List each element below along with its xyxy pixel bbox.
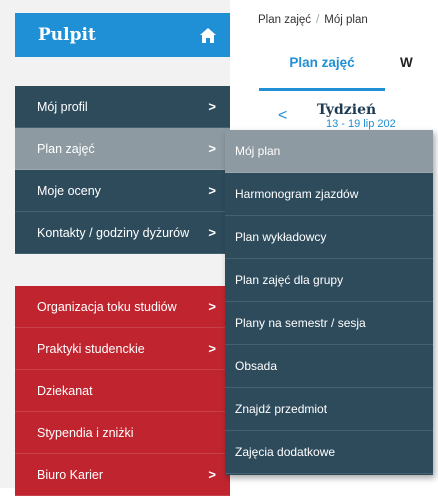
tab-second[interactable]: W xyxy=(400,38,413,88)
nav-item-label: Kontakty / godziny dyżurów xyxy=(37,226,190,240)
nav-item-moje-oceny[interactable]: Moje oceny > xyxy=(15,170,230,212)
week-title: Tydzień xyxy=(317,102,377,118)
nav-item-plan-zajec[interactable]: Plan zajęć > xyxy=(15,128,230,170)
submenu-item-zajecia-dodatkowe[interactable]: Zajęcia dodatkowe xyxy=(225,431,433,474)
nav-item-moj-profil[interactable]: Mój profil > xyxy=(15,86,230,128)
chevron-right-icon: > xyxy=(208,99,216,114)
nav-item-organizacja[interactable]: Organizacja toku studiów > xyxy=(15,286,230,328)
plan-zajec-submenu: Mój plan Harmonogram zjazdów Plan wykład… xyxy=(225,130,433,475)
secondary-nav: Organizacja toku studiów > Praktyki stud… xyxy=(15,286,230,496)
nav-item-label: Stypendia i zniżki xyxy=(37,426,134,440)
nav-item-label: Moje oceny xyxy=(37,184,101,198)
nav-item-stypendia[interactable]: Stypendia i zniżki xyxy=(15,412,230,454)
home-icon[interactable] xyxy=(200,27,216,43)
breadcrumb: Plan zajęć / Mój plan xyxy=(258,14,368,26)
nav-item-dziekanat[interactable]: Dziekanat xyxy=(15,370,230,412)
week-dates: 13 - 19 lip 202 xyxy=(326,118,396,130)
submenu-item-harmonogram[interactable]: Harmonogram zjazdów xyxy=(225,173,433,216)
chevron-right-icon: > xyxy=(208,467,216,482)
nav-item-biuro-karier[interactable]: Biuro Karier > xyxy=(15,454,230,496)
nav-item-label: Organizacja toku studiów xyxy=(37,300,177,314)
submenu-item-obsada[interactable]: Obsada xyxy=(225,345,433,388)
submenu-item-plan-grupy[interactable]: Plan zajęć dla grupy xyxy=(225,259,433,302)
submenu-item-znajdz-przedmiot[interactable]: Znajdź przedmiot xyxy=(225,388,433,431)
tab-plan-zajec[interactable]: Plan zajęć xyxy=(259,38,385,91)
pulpit-header[interactable]: Pulpit xyxy=(15,13,230,57)
pulpit-title: Pulpit xyxy=(38,25,96,45)
submenu-item-plany-semestr[interactable]: Plany na semestr / sesja xyxy=(225,302,433,345)
nav-item-label: Biuro Karier xyxy=(37,468,103,482)
chevron-right-icon: > xyxy=(208,225,216,240)
main-nav: Mój profil > Plan zajęć > Moje oceny > K… xyxy=(15,86,230,254)
chevron-right-icon: > xyxy=(208,341,216,356)
chevron-right-icon: > xyxy=(208,299,216,314)
submenu-item-plan-wykladowcy[interactable]: Plan wykładowcy xyxy=(225,216,433,259)
nav-item-praktyki[interactable]: Praktyki studenckie > xyxy=(15,328,230,370)
chevron-left-icon[interactable]: < xyxy=(278,107,287,125)
breadcrumb-separator: / xyxy=(316,14,320,26)
nav-item-label: Plan zajęć xyxy=(37,142,95,156)
nav-item-kontakty[interactable]: Kontakty / godziny dyżurów > xyxy=(15,212,230,254)
nav-item-label: Mój profil xyxy=(37,100,88,114)
nav-item-label: Praktyki studenckie xyxy=(37,342,145,356)
breadcrumb-link[interactable]: Plan zajęć xyxy=(258,14,311,26)
chevron-right-icon: > xyxy=(208,183,216,198)
breadcrumb-current: Mój plan xyxy=(324,14,368,26)
submenu-item-moj-plan[interactable]: Mój plan xyxy=(225,130,433,173)
chevron-right-icon: > xyxy=(208,141,216,156)
sidebar: Pulpit Mój profil > Plan zajęć > Moje oc… xyxy=(0,0,230,496)
nav-item-label: Dziekanat xyxy=(37,384,93,398)
